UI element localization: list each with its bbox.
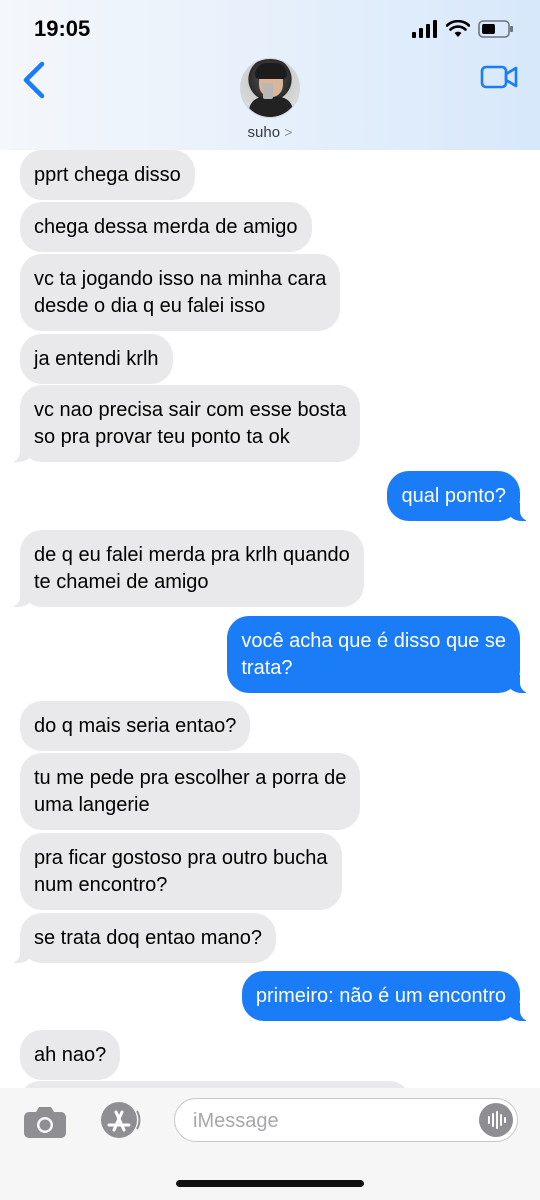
video-camera-icon[interactable] — [480, 64, 518, 90]
contact-name-button[interactable]: suho > — [0, 124, 540, 141]
imessage-placeholder: iMessage — [193, 1110, 279, 1132]
message-text-line: de q eu falei merda pra krlh quando — [34, 544, 350, 566]
message-text-line: uma langerie — [34, 794, 150, 816]
contact-name: suho — [247, 124, 281, 141]
audio-message-button[interactable] — [479, 1103, 513, 1137]
message-text-line: trata? — [241, 657, 293, 679]
message-bubble-incoming[interactable]: se trata doq entao mano? — [8, 913, 276, 963]
message-text-line: pra ficar gostoso pra outro bucha — [34, 847, 328, 869]
message-bubble-incoming[interactable]: ah nao? — [20, 1030, 121, 1080]
message-bubble-incoming[interactable]: ja entendi krlh — [20, 334, 173, 384]
message-text-line: te chamei de amigo — [34, 571, 209, 593]
app-store-icon[interactable] — [96, 1100, 142, 1140]
message-bubble-outgoing[interactable]: você acha que é disso que se trata? — [227, 616, 532, 693]
message-text-line: so pra provar teu ponto ta ok — [34, 426, 290, 448]
contact-avatar[interactable] — [240, 58, 300, 118]
message-text-line: num encontro? — [34, 874, 168, 896]
message-text: ah nao? — [34, 1044, 107, 1066]
message-text-line: vc nao precisa sair com esse bosta — [34, 399, 347, 421]
message-bubble-incoming[interactable]: tu me pede pra escolher a porra de uma l… — [20, 753, 361, 830]
message-bubble-outgoing[interactable]: qual ponto? — [387, 471, 532, 521]
message-bubble-incoming[interactable]: vc nao precisa sair com esse bosta so pr… — [7, 385, 361, 462]
battery-icon — [478, 20, 513, 38]
message-bubble-partial[interactable] — [20, 1081, 410, 1088]
message-bubble-incoming[interactable]: vc ta jogando isso na minha cara desde o… — [20, 254, 341, 331]
message-thread[interactable]: pprt chega disso chega dessa merda de am… — [0, 150, 540, 1088]
message-bubble-incoming[interactable]: do q mais seria entao? — [20, 701, 251, 751]
back-chevron-icon[interactable] — [18, 58, 54, 102]
message-bubble-incoming[interactable]: chega dessa merda de amigo — [20, 202, 312, 252]
camera-icon[interactable] — [22, 1104, 68, 1140]
message-text: primeiro: não é um encontro — [255, 985, 506, 1007]
message-bubble-outgoing[interactable]: primeiro: não é um encontro — [241, 971, 533, 1021]
message-text: do q mais seria entao? — [34, 715, 237, 737]
message-text-line: você acha que é disso que se — [241, 630, 506, 652]
message-bubble-incoming[interactable]: pprt chega disso — [20, 150, 195, 200]
message-text: ja entendi krlh — [34, 348, 159, 370]
message-text-line: vc ta jogando isso na minha cara — [34, 268, 327, 290]
status-time: 19:05 — [34, 16, 91, 41]
message-bubble-incoming[interactable]: de q eu falei merda pra krlh quando te c… — [8, 530, 364, 607]
waveform-icon — [488, 1111, 506, 1129]
cellular-signal-icon — [412, 20, 437, 38]
message-text-line: tu me pede pra escolher a porra de — [34, 767, 347, 789]
message-text: pprt chega disso — [34, 164, 181, 186]
home-indicator[interactable] — [176, 1180, 364, 1187]
conversation-header: 19:05 suho > — [0, 0, 540, 150]
message-text: chega dessa merda de amigo — [34, 216, 298, 238]
message-text: qual ponto? — [401, 485, 506, 507]
message-bubble-incoming[interactable]: pra ficar gostoso pra outro bucha num en… — [20, 833, 342, 910]
message-text: se trata doq entao mano? — [34, 927, 262, 949]
wifi-icon — [446, 20, 470, 37]
imessage-input[interactable]: iMessage — [174, 1098, 518, 1142]
message-text-line: desde o dia q eu falei isso — [34, 295, 266, 317]
chevron-right-icon: > — [284, 124, 293, 140]
status-icons — [412, 20, 514, 38]
